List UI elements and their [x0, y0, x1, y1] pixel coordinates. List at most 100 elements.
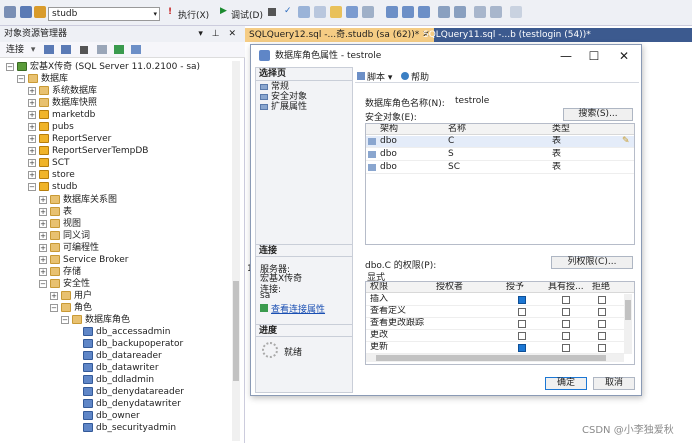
- close-icon[interactable]: ✕: [611, 45, 637, 67]
- page-extended-properties[interactable]: 扩展属性: [260, 102, 307, 112]
- tree-node[interactable]: + 同义词: [0, 230, 232, 242]
- tab-sqlquery12[interactable]: SQLQuery12.sql -...奇.studb (sa (62))* ✕: [245, 28, 434, 42]
- increase-indent-icon[interactable]: [490, 6, 502, 18]
- column-header[interactable]: 授予: [506, 282, 524, 293]
- tree-node[interactable]: db_denydatawriter: [0, 398, 232, 410]
- execute-button[interactable]: 执行(X): [178, 8, 209, 21]
- grant-checkbox[interactable]: [518, 296, 526, 304]
- expand-icon[interactable]: +: [28, 147, 36, 156]
- results-grid-icon[interactable]: [402, 6, 414, 18]
- tree-node[interactable]: db_datareader: [0, 350, 232, 362]
- permissions-vscroll[interactable]: [624, 294, 632, 354]
- expand-icon[interactable]: +: [39, 195, 47, 204]
- grant-checkbox[interactable]: [518, 308, 526, 316]
- collapse-icon[interactable]: −: [6, 63, 14, 71]
- ok-button[interactable]: 确定: [545, 377, 587, 390]
- expand-icon[interactable]: +: [28, 135, 36, 144]
- refresh-icon[interactable]: [113, 45, 124, 54]
- securable-row[interactable]: dbo SC 表: [366, 162, 634, 174]
- scrollbar-thumb[interactable]: [233, 281, 239, 381]
- parse-check-icon[interactable]: ✓: [284, 6, 292, 16]
- column-header[interactable]: 类型: [552, 124, 570, 135]
- grant-checkbox[interactable]: [518, 320, 526, 328]
- collapse-icon[interactable]: −: [28, 183, 36, 192]
- permission-row[interactable]: 查看定义: [366, 306, 624, 318]
- expand-icon[interactable]: +: [39, 255, 47, 264]
- stop-icon[interactable]: [80, 45, 89, 54]
- search-button[interactable]: 搜索(S)...: [563, 108, 633, 121]
- with-grant-checkbox[interactable]: [562, 308, 570, 316]
- tree-node[interactable]: − 安全性: [0, 278, 232, 290]
- permission-row[interactable]: 查看更改跟踪: [366, 318, 624, 330]
- tree-node[interactable]: − studb: [0, 181, 232, 193]
- tree-node[interactable]: + 视图: [0, 218, 232, 230]
- tree-node[interactable]: + marketdb: [0, 109, 232, 121]
- expand-icon[interactable]: +: [39, 267, 47, 276]
- help-button[interactable]: 帮助: [401, 70, 429, 83]
- securable-row[interactable]: dbo S 表: [366, 149, 634, 161]
- collapse-icon[interactable]: −: [17, 75, 25, 84]
- column-header[interactable]: 具有授...: [548, 282, 586, 293]
- expand-icon[interactable]: +: [50, 291, 58, 300]
- results-to-icon[interactable]: [330, 6, 342, 18]
- page-securables[interactable]: 安全对象: [260, 92, 307, 102]
- tree-node[interactable]: db_denydatareader: [0, 386, 232, 398]
- tree-node[interactable]: − 数据库: [0, 73, 232, 85]
- client-stats-icon[interactable]: [362, 6, 374, 18]
- deny-checkbox[interactable]: [598, 308, 606, 316]
- column-header[interactable]: 权限: [370, 282, 388, 293]
- tree-node[interactable]: + Service Broker: [0, 254, 232, 266]
- debug-button[interactable]: 调试(D): [231, 8, 263, 21]
- minimize-icon[interactable]: —: [553, 45, 579, 67]
- expand-icon[interactable]: +: [39, 207, 47, 216]
- column-header[interactable]: 架构: [380, 124, 398, 135]
- results-text-icon[interactable]: [386, 6, 398, 18]
- expand-icon[interactable]: +: [28, 87, 36, 96]
- securable-row[interactable]: dbo C 表 ✎: [366, 136, 634, 148]
- expand-icon[interactable]: +: [28, 123, 36, 132]
- collapse-icon[interactable]: −: [61, 315, 69, 324]
- object-explorer-scrollbar[interactable]: [232, 61, 240, 441]
- display-plan-icon[interactable]: [298, 6, 310, 18]
- column-permissions-button[interactable]: 列权限(C)...: [551, 256, 633, 269]
- execute-icon[interactable]: !: [168, 7, 172, 17]
- tree-node[interactable]: + 可编程性: [0, 242, 232, 254]
- specify-values-icon[interactable]: [510, 6, 522, 18]
- tree-node[interactable]: + store: [0, 169, 232, 181]
- connect-button[interactable]: 连接: [6, 45, 24, 55]
- tree-node[interactable]: − 角色: [0, 302, 232, 314]
- tree-node[interactable]: + 数据库快照: [0, 97, 232, 109]
- expand-icon[interactable]: +: [39, 243, 47, 252]
- with-grant-checkbox[interactable]: [562, 344, 570, 352]
- grant-checkbox[interactable]: [518, 332, 526, 340]
- expand-icon[interactable]: +: [39, 219, 47, 228]
- collapse-icon[interactable]: −: [50, 303, 58, 312]
- script-button[interactable]: 脚本 ▾: [357, 70, 392, 83]
- column-header[interactable]: 名称: [448, 124, 466, 135]
- tree-node[interactable]: − 宏基X传奇 (SQL Server 11.0.2100 - sa): [0, 61, 232, 73]
- include-plan-icon[interactable]: [346, 6, 358, 18]
- activity-monitor-icon[interactable]: [130, 45, 141, 54]
- results-file-icon[interactable]: [418, 6, 430, 18]
- tree-node[interactable]: + 存储: [0, 266, 232, 278]
- tree-node[interactable]: db_owner: [0, 410, 232, 422]
- connect-dropdown-icon[interactable]: ▾: [31, 45, 36, 55]
- tree-node[interactable]: + SCT: [0, 157, 232, 169]
- tree-node[interactable]: + pubs: [0, 121, 232, 133]
- expand-icon[interactable]: +: [39, 231, 47, 240]
- permission-row[interactable]: 更改: [366, 330, 624, 342]
- new-query-icon[interactable]: [20, 6, 32, 18]
- tree-node[interactable]: db_accessadmin: [0, 326, 232, 338]
- tree-node[interactable]: db_datawriter: [0, 362, 232, 374]
- with-grant-checkbox[interactable]: [562, 332, 570, 340]
- expand-icon[interactable]: +: [28, 111, 36, 120]
- expand-icon[interactable]: +: [28, 171, 36, 180]
- cancel-button[interactable]: 取消: [593, 377, 635, 390]
- database-selector[interactable]: studb ▾: [48, 7, 160, 21]
- uncomment-icon[interactable]: [454, 6, 466, 18]
- maximize-icon[interactable]: ☐: [581, 45, 607, 67]
- collapse-icon[interactable]: −: [39, 279, 47, 288]
- tab-sqlquery11[interactable]: SQLQuery11.sql -...b (testlogin (54))*: [419, 28, 595, 42]
- grant-checkbox[interactable]: [518, 344, 526, 352]
- query-options-icon[interactable]: [314, 6, 326, 18]
